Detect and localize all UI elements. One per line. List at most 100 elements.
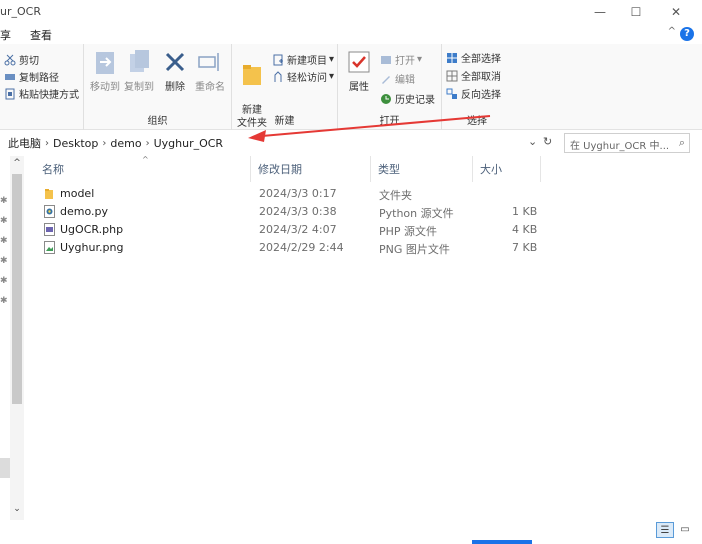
- address-history-dropdown[interactable]: ⌄: [528, 135, 537, 148]
- minimize-button[interactable]: —: [582, 0, 618, 24]
- paste-shortcut-button[interactable]: 粘贴快捷方式: [4, 86, 79, 101]
- breadcrumb-demo[interactable]: demo: [110, 137, 141, 150]
- move-to-icon: [92, 48, 118, 76]
- properties-label: 属性: [349, 82, 369, 93]
- history-icon: [380, 93, 392, 105]
- refresh-icon[interactable]: ↻: [543, 135, 552, 148]
- column-name-label: 名称: [42, 163, 64, 176]
- properties-check-icon: [346, 48, 372, 76]
- file-name: UgOCR.php: [60, 223, 124, 236]
- breadcrumb-uyghur-ocr[interactable]: Uyghur_OCR: [154, 137, 224, 150]
- invert-selection-label: 反向选择: [461, 90, 501, 101]
- nav-selected-item[interactable]: [0, 458, 10, 478]
- window-title: ur_OCR: [0, 5, 41, 18]
- pin-icon: ✱: [0, 236, 8, 246]
- tab-share[interactable]: 享: [0, 27, 11, 43]
- breadcrumb-this-pc[interactable]: 此电脑: [8, 135, 41, 151]
- chevron-down-icon: ▾: [329, 71, 335, 82]
- move-to-button[interactable]: 移动到: [88, 48, 122, 93]
- file-size: 1 KB: [512, 205, 538, 218]
- ribbon: 剪切 复制路径 粘贴快捷方式 移动到 复制到 删除 重命名 组织 新建 文件夹 …: [0, 44, 702, 130]
- delete-button[interactable]: 删除: [160, 48, 190, 93]
- tab-view[interactable]: 查看: [30, 27, 52, 43]
- chevron-right-icon: ›: [145, 137, 150, 149]
- column-header-modified[interactable]: 修改日期: [258, 156, 302, 182]
- select-all-button[interactable]: 全部选择: [446, 50, 501, 65]
- file-row[interactable]: UgOCR.php 2024/3/2 4:07 PHP 源文件 4 KB: [28, 221, 702, 239]
- open-group-label: 打开: [379, 116, 400, 127]
- close-button[interactable]: ✕: [658, 0, 694, 24]
- nav-scrollbar[interactable]: ^ ⌄: [10, 156, 24, 520]
- column-divider[interactable]: [370, 156, 371, 182]
- file-modified: 2024/2/29 2:44: [259, 241, 344, 254]
- copy-to-button[interactable]: 复制到: [122, 48, 156, 93]
- search-input[interactable]: 在 Uyghur_OCR 中... ⌕: [564, 133, 690, 153]
- column-modified-label: 修改日期: [258, 163, 302, 176]
- rename-button[interactable]: 重命名: [192, 48, 228, 93]
- delete-x-icon: [162, 48, 188, 76]
- chevron-down-icon: ▾: [417, 54, 423, 65]
- large-icons-view-icon[interactable]: ▭: [676, 522, 694, 538]
- pin-icon: ✱: [0, 196, 8, 206]
- scroll-thumb[interactable]: [12, 174, 22, 404]
- select-all-icon: [446, 52, 458, 64]
- scroll-down-icon[interactable]: ⌄: [10, 504, 24, 514]
- maximize-button[interactable]: ☐: [618, 0, 654, 24]
- edit-icon: [380, 73, 392, 85]
- file-type: 文件夹: [379, 189, 412, 202]
- column-divider[interactable]: [540, 156, 541, 182]
- file-size: 4 KB: [512, 223, 538, 236]
- invert-selection-button[interactable]: 反向选择: [446, 86, 501, 101]
- scissors-icon: [4, 54, 16, 66]
- easy-access-button[interactable]: 轻松访问 ▾: [272, 69, 334, 84]
- python-file-icon: [44, 205, 55, 218]
- history-button[interactable]: 历史记录: [380, 91, 435, 106]
- easy-access-icon: [272, 70, 284, 83]
- breadcrumb[interactable]: 此电脑 › Desktop › demo › Uyghur_OCR: [0, 133, 558, 153]
- properties-button[interactable]: 属性: [344, 48, 374, 93]
- chevron-right-icon: ›: [102, 137, 107, 149]
- new-item-label: 新建项目: [287, 56, 327, 67]
- file-row[interactable]: Uyghur.png 2024/2/29 2:44 PNG 图片文件 7 KB: [28, 239, 702, 257]
- breadcrumb-desktop[interactable]: Desktop: [53, 137, 98, 150]
- column-header-type[interactable]: 类型: [378, 156, 400, 182]
- ribbon-tabs: 享 查看 ^ ?: [0, 24, 702, 44]
- pin-icon: ✱: [0, 216, 8, 226]
- open-label: 打开: [395, 56, 415, 67]
- open-button[interactable]: 打开 ▾: [380, 52, 422, 67]
- organize-group-label: 组织: [147, 116, 168, 127]
- select-none-button[interactable]: 全部取消: [446, 68, 501, 83]
- taskbar-indicator: [472, 540, 532, 544]
- edit-button[interactable]: 编辑: [380, 71, 415, 86]
- column-type-label: 类型: [378, 163, 400, 176]
- file-size: 7 KB: [512, 241, 538, 254]
- new-folder-icon: [239, 61, 265, 89]
- column-divider[interactable]: [472, 156, 473, 182]
- scroll-up-icon[interactable]: ^: [10, 158, 24, 168]
- file-modified: 2024/3/2 4:07: [259, 223, 337, 236]
- open-icon: [380, 54, 392, 66]
- paste-shortcut-icon: [4, 88, 16, 100]
- select-none-icon: [446, 70, 458, 82]
- column-header-name[interactable]: 名称: [42, 156, 64, 182]
- help-icon[interactable]: ?: [680, 27, 694, 41]
- new-item-button[interactable]: 新建项目 ▾: [272, 52, 334, 67]
- paste-shortcut-label: 粘贴快捷方式: [19, 90, 79, 101]
- sort-ascending-icon: ^: [142, 155, 149, 164]
- select-group-label: 选择: [467, 116, 487, 127]
- file-type: Python 源文件: [379, 207, 454, 220]
- file-row[interactable]: demo.py 2024/3/3 0:38 Python 源文件 1 KB: [28, 203, 702, 221]
- cut-button[interactable]: 剪切: [4, 52, 39, 67]
- search-placeholder: 在 Uyghur_OCR 中...: [570, 141, 670, 152]
- column-header-size[interactable]: 大小: [480, 156, 502, 182]
- details-view-icon[interactable]: ☰: [656, 522, 674, 538]
- collapse-ribbon-button[interactable]: ^: [668, 26, 676, 37]
- column-divider[interactable]: [250, 156, 251, 182]
- copy-path-button[interactable]: 复制路径: [4, 69, 59, 84]
- new-group: 新建 文件夹 新建项目 ▾ 轻松访问 ▾ 新建: [232, 44, 338, 130]
- select-all-label: 全部选择: [461, 54, 501, 65]
- column-size-label: 大小: [480, 163, 502, 176]
- file-row[interactable]: model 2024/3/3 0:17 文件夹: [28, 185, 702, 203]
- copy-path-icon: [4, 71, 16, 83]
- search-icon[interactable]: ⌕: [679, 136, 685, 150]
